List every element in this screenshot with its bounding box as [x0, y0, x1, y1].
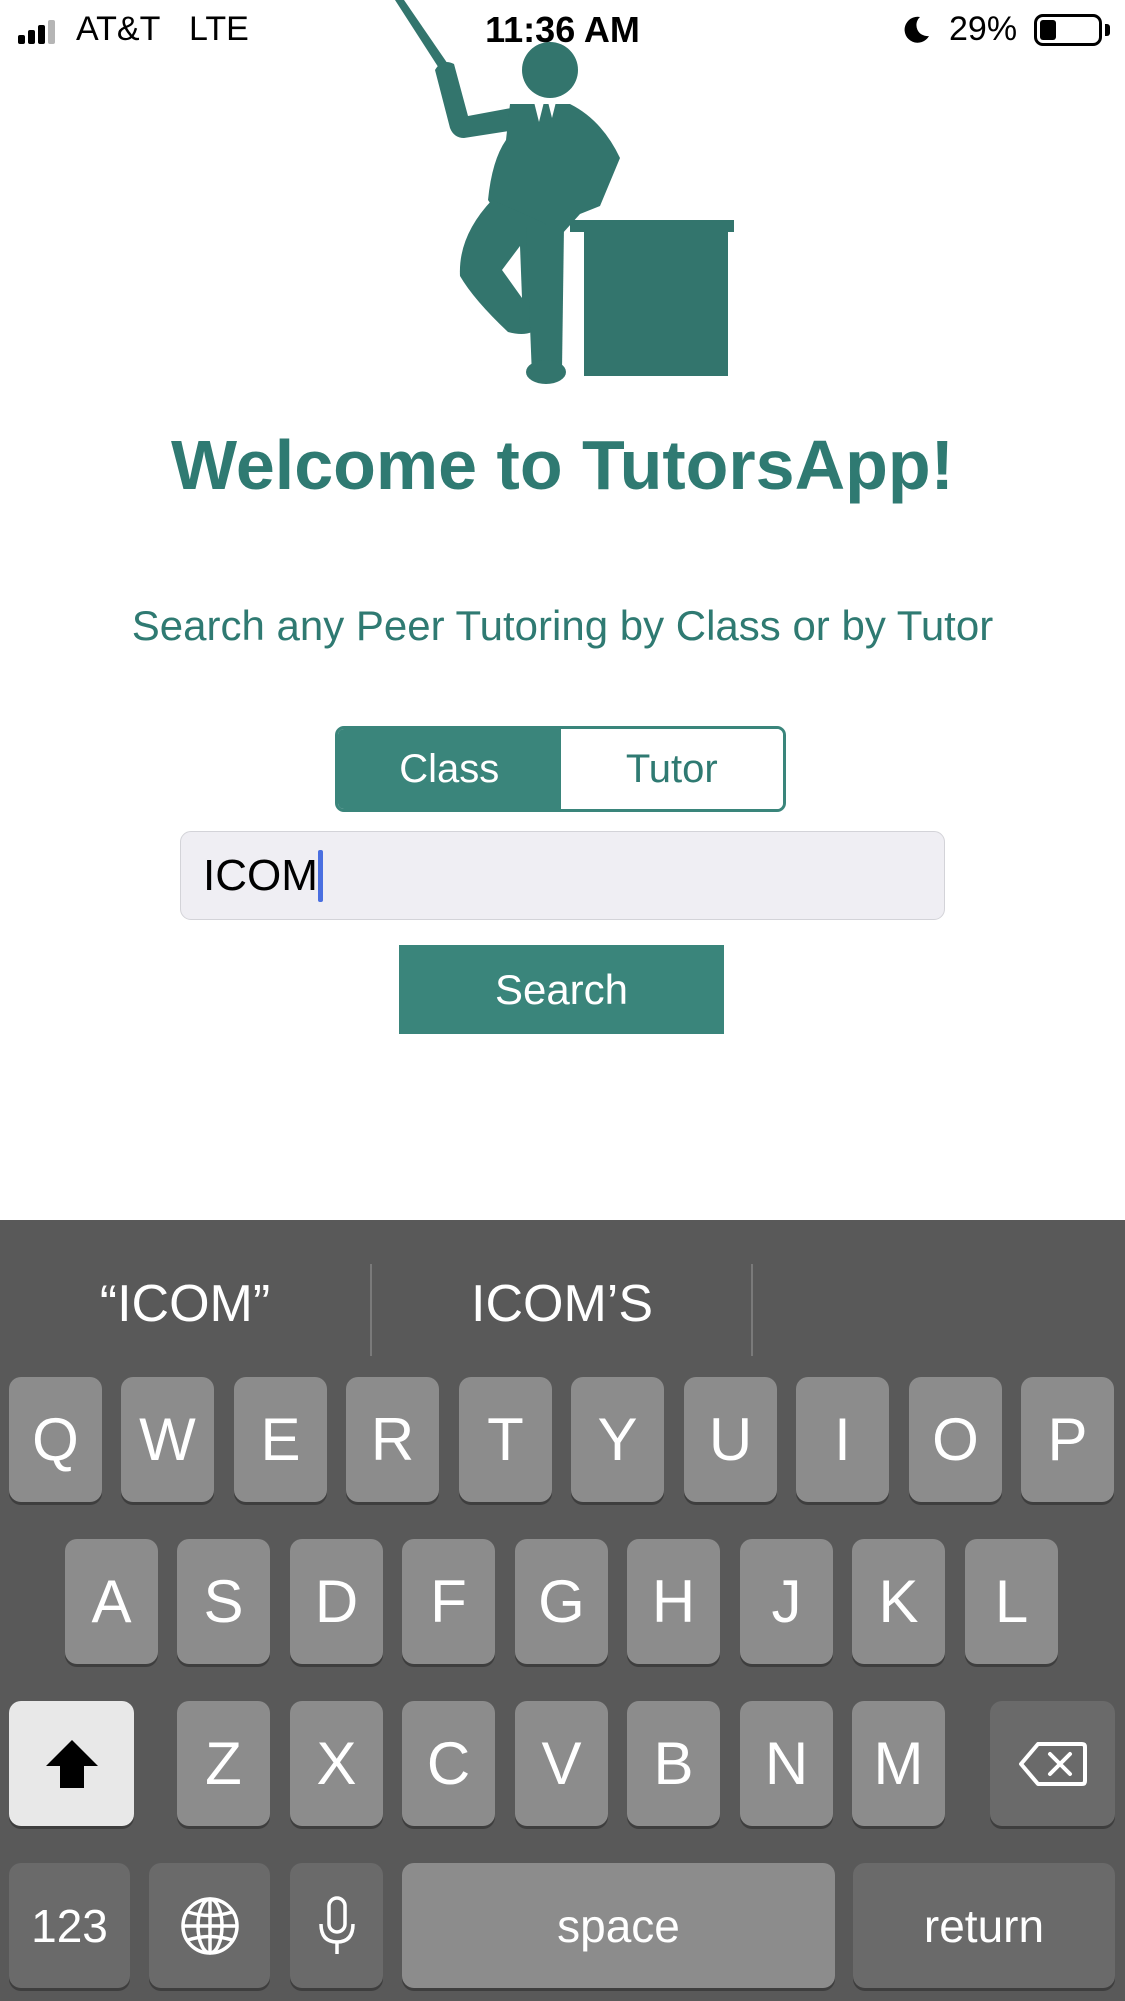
space-key[interactable]: space: [402, 1863, 835, 1988]
key-f[interactable]: F: [402, 1539, 495, 1664]
key-z[interactable]: Z: [177, 1701, 270, 1826]
key-c[interactable]: C: [402, 1701, 495, 1826]
battery-percent: 29%: [949, 10, 1018, 48]
dictation-key[interactable]: [290, 1863, 383, 1988]
numbers-key[interactable]: 123: [9, 1863, 130, 1988]
key-g[interactable]: G: [515, 1539, 608, 1664]
key-e[interactable]: E: [234, 1377, 327, 1502]
key-y[interactable]: Y: [571, 1377, 664, 1502]
key-q[interactable]: Q: [9, 1377, 102, 1502]
text-caret: [317, 850, 323, 902]
return-key[interactable]: return: [853, 1863, 1115, 1988]
key-m[interactable]: M: [852, 1701, 945, 1826]
key-h[interactable]: H: [627, 1539, 720, 1664]
key-s[interactable]: S: [177, 1539, 270, 1664]
key-w[interactable]: W: [121, 1377, 214, 1502]
key-u[interactable]: U: [684, 1377, 777, 1502]
suggestion-bar: “ICOM” ICOM’S: [0, 1220, 1125, 1380]
key-p[interactable]: P: [1021, 1377, 1114, 1502]
shift-icon: [45, 1739, 98, 1788]
search-input[interactable]: ICOM: [180, 831, 945, 920]
search-input-value: ICOM: [203, 850, 323, 902]
key-a[interactable]: A: [65, 1539, 158, 1664]
key-x[interactable]: X: [290, 1701, 383, 1826]
suggestion-divider: [370, 1264, 372, 1356]
key-l[interactable]: L: [965, 1539, 1058, 1664]
key-o[interactable]: O: [909, 1377, 1002, 1502]
microphone-icon: [318, 1895, 355, 1954]
suggestion-divider: [751, 1264, 753, 1356]
key-b[interactable]: B: [627, 1701, 720, 1826]
key-i[interactable]: I: [796, 1377, 889, 1502]
battery-fill: [1040, 20, 1056, 40]
key-r[interactable]: R: [346, 1377, 439, 1502]
battery-tip: [1105, 24, 1110, 36]
delete-key[interactable]: [990, 1701, 1115, 1826]
key-t[interactable]: T: [459, 1377, 552, 1502]
key-k[interactable]: K: [852, 1539, 945, 1664]
key-n[interactable]: N: [740, 1701, 833, 1826]
key-j[interactable]: J: [740, 1539, 833, 1664]
globe-icon: [180, 1896, 239, 1955]
key-d[interactable]: D: [290, 1539, 383, 1664]
status-bar: AT&T LTE 11:36 AM 29%: [0, 0, 1125, 62]
search-button[interactable]: Search: [399, 945, 724, 1034]
key-v[interactable]: V: [515, 1701, 608, 1826]
search-mode-segmented-control: Class Tutor: [335, 726, 786, 812]
segment-class[interactable]: Class: [338, 729, 561, 809]
suggestion-item[interactable]: ICOM’S: [377, 1274, 747, 1334]
shift-key[interactable]: [9, 1701, 134, 1826]
battery-icon: [1034, 14, 1102, 46]
search-input-text: ICOM: [203, 851, 318, 900]
keyboard: “ICOM” ICOM’S Q W E R T Y U I O P A S D …: [0, 1220, 1125, 2001]
globe-key[interactable]: [149, 1863, 270, 1988]
moon-icon: [904, 16, 929, 43]
page-subtitle: Search any Peer Tutoring by Class or by …: [131, 602, 994, 649]
suggestion-item[interactable]: “ICOM”: [0, 1274, 370, 1334]
page-title: Welcome to TutorsApp!: [171, 426, 954, 504]
delete-icon: [1018, 1741, 1087, 1786]
segment-tutor[interactable]: Tutor: [560, 729, 783, 809]
